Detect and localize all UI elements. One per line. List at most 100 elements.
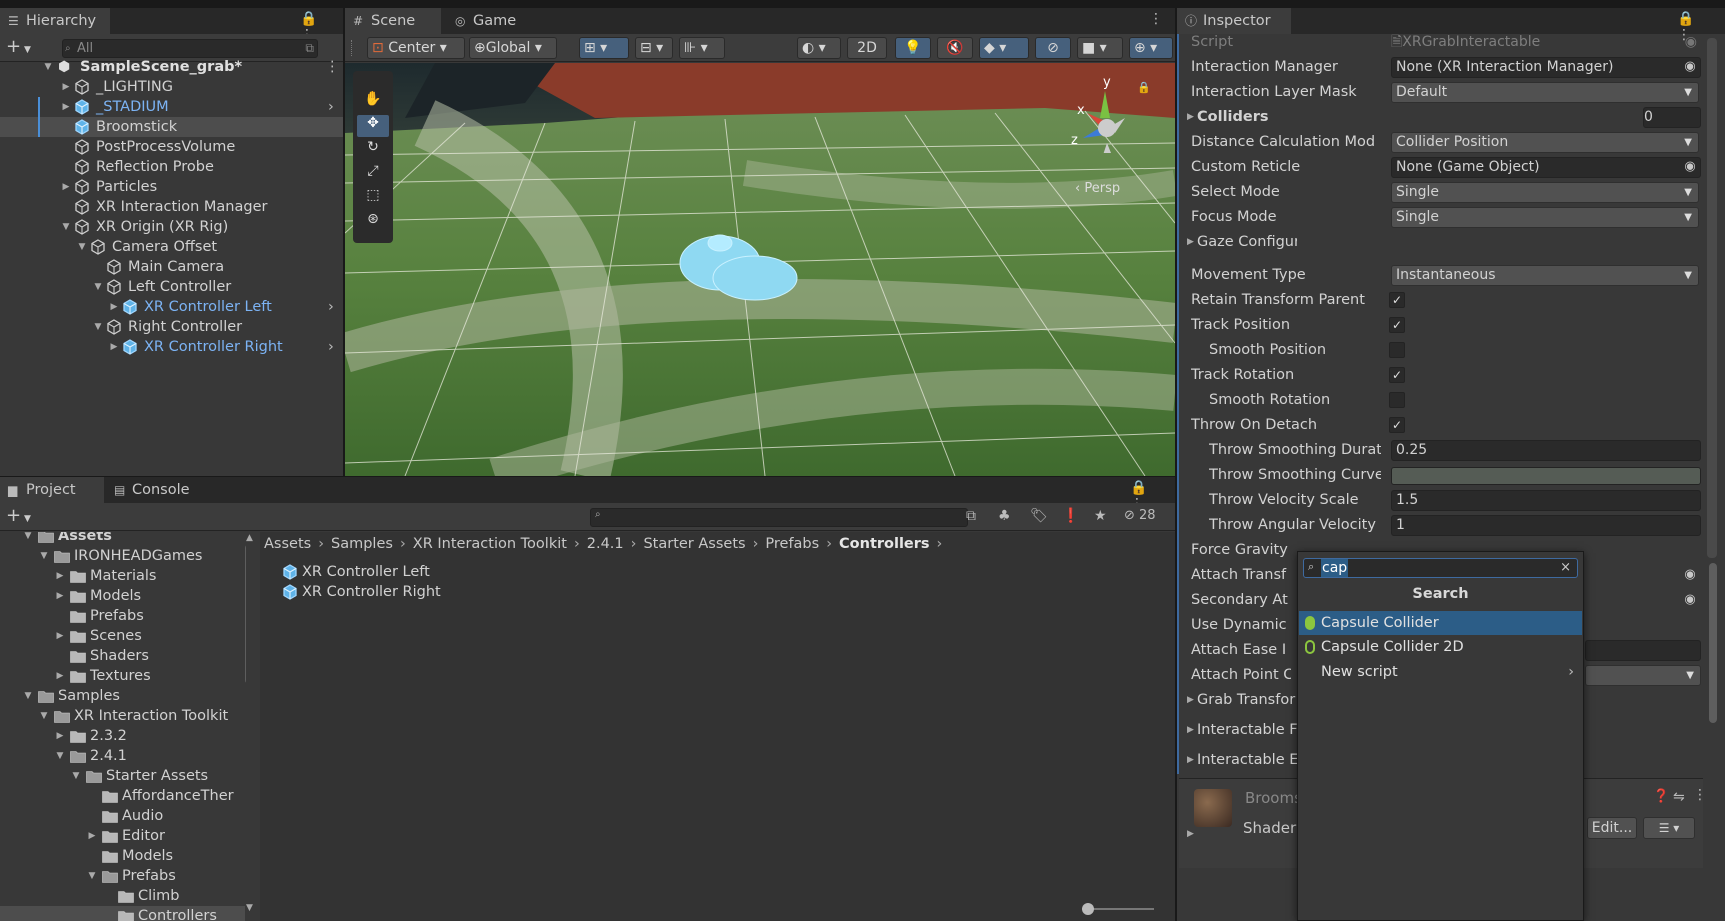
expand-arrow-icon[interactable]: ▶ <box>60 177 72 197</box>
filter-log-icon[interactable]: ❗ <box>1062 508 1079 524</box>
filter-label-icon[interactable]: 🏷 <box>1030 508 1048 524</box>
hierarchy-item-xr-controller-left[interactable]: ▶ XR Controller Left › <box>0 297 343 317</box>
inspector-row-throw-velocity-scale-input[interactable]: 1.5 <box>1391 490 1701 511</box>
hierarchy-item-right-controller[interactable]: ▼ Right Controller <box>0 317 343 337</box>
search-by-type-icon[interactable]: ⧉ <box>966 508 976 524</box>
inspector-row-smooth-rotation[interactable]: Smooth Rotation <box>1179 389 1703 412</box>
inspector-row-track-position[interactable]: Track Position <box>1179 314 1703 337</box>
hierarchy-item-stadium[interactable]: ▶ _STADIUM › <box>0 97 343 117</box>
effects-toggle-icon[interactable]: ◆ ▾ <box>979 37 1029 59</box>
inspector-row-track-rotation-checkbox[interactable]: ✓ <box>1389 367 1405 383</box>
project-folder-item[interactable]: ▼ Samples <box>0 686 245 706</box>
search-mode-icon[interactable]: ⧉ <box>305 40 314 57</box>
tree-scroll-up-icon[interactable]: ▲ <box>246 533 253 543</box>
pivot-mode-dropdown[interactable]: ⊡ Center ▾ <box>367 37 465 59</box>
project-folder-item[interactable]: Shaders <box>0 646 245 666</box>
grid-snap-button[interactable]: ⊞ ▾ <box>579 37 629 59</box>
component-item-new-script[interactable]: New script › <box>1299 660 1582 684</box>
inspector-row-throw-on-detach[interactable]: Throw On Detach <box>1179 414 1703 437</box>
expand-arrow-icon[interactable]: ▼ <box>86 866 98 886</box>
inspector-row-throw-angular-velocity-input[interactable]: 1 <box>1391 515 1701 536</box>
zoom-slider-knob[interactable] <box>1082 903 1094 915</box>
foldout-arrow-icon[interactable]: ▶ <box>1187 106 1194 129</box>
hierarchy-item-xr-controller-right[interactable]: ▶ XR Controller Right › <box>0 337 343 357</box>
inspector-row-retain-transform-parent-checkbox[interactable]: ✓ <box>1389 292 1405 308</box>
project-search-input[interactable]: ⌕ <box>590 508 968 527</box>
tab-project[interactable]: ▆ Project <box>0 477 104 503</box>
expand-arrow-icon[interactable]: ▶ <box>60 97 72 117</box>
hierarchy-item-xr-interaction-manager[interactable]: XR Interaction Manager <box>0 197 343 217</box>
material-menu-icon[interactable]: ⋮ <box>1693 787 1707 803</box>
object-picker-icon[interactable]: ◉ <box>1681 566 1699 584</box>
hierarchy-item-left-controller[interactable]: ▼ Left Controller <box>0 277 343 297</box>
inspector-row-throw-on-detach-checkbox[interactable]: ✓ <box>1389 417 1405 433</box>
tab-hierarchy[interactable]: ☰ Hierarchy <box>0 8 110 34</box>
hierarchy-item-lighting[interactable]: ▶ _LIGHTING <box>0 77 343 97</box>
tab-scene[interactable]: # Scene <box>345 8 441 34</box>
inspector-row-smooth-position-checkbox[interactable] <box>1389 342 1405 358</box>
project-folder-item[interactable]: ▶ 2.3.2 <box>0 726 245 746</box>
shader-edit-button[interactable]: Edit... <box>1587 817 1637 839</box>
pivot-rotation-dropdown[interactable]: ⊕Global ▾ <box>469 37 557 59</box>
object-picker-icon[interactable]: ◉ <box>1681 158 1699 176</box>
transform-tool-icon[interactable]: ⊛ <box>357 211 389 233</box>
expand-arrow-icon[interactable]: ▶ <box>108 337 120 357</box>
hierarchy-search-input[interactable]: ⌕ All ⧉ <box>62 39 318 58</box>
expand-arrow-icon[interactable]: ▶ <box>86 826 98 846</box>
gizmos-dropdown[interactable]: ⊕ ▾ <box>1129 37 1173 59</box>
inspector-row-track-position-checkbox[interactable]: ✓ <box>1389 317 1405 333</box>
expand-arrow-icon[interactable]: ▶ <box>54 586 66 606</box>
rotate-tool-icon[interactable]: ↻ <box>357 139 389 161</box>
persp-label[interactable]: ‹ Persp <box>1075 181 1120 196</box>
object-picker-icon[interactable]: ◉ <box>1681 591 1699 609</box>
expand-arrow-icon[interactable]: ▼ <box>92 277 104 297</box>
breadcrumb-item[interactable]: Controllers <box>839 536 930 552</box>
foldout-arrow-icon[interactable]: ▶ <box>1187 689 1194 712</box>
project-folder-item[interactable]: ▼ Assets <box>0 532 245 546</box>
expand-arrow-icon[interactable]: ▼ <box>92 317 104 337</box>
hierarchy-item-main-camera[interactable]: Main Camera <box>0 257 343 277</box>
tree-scrollbar[interactable] <box>245 544 246 684</box>
project-folder-item[interactable]: ▶ Scenes <box>0 626 245 646</box>
object-picker-icon[interactable]: ◉ <box>1681 58 1699 76</box>
move-tool-icon[interactable]: ✥ <box>357 115 389 137</box>
scene-menu-icon[interactable]: ⋮ <box>325 57 340 77</box>
inspector-row-interaction-manager-field[interactable]: None (XR Interaction Manager) <box>1391 57 1701 78</box>
breadcrumb-item[interactable]: XR Interaction Toolkit <box>413 536 567 552</box>
inspector-row-attach-ease-input[interactable] <box>1585 640 1701 661</box>
help-icon[interactable]: ❓ <box>1653 789 1669 804</box>
hierarchy-item-broomstick[interactable]: Broomstick <box>0 117 343 137</box>
expand-arrow-icon[interactable]: ▶ <box>54 666 66 686</box>
hierarchy-item-postprocess-volume[interactable]: PostProcessVolume <box>0 137 343 157</box>
inspector-row-focus-mode-dropdown[interactable]: Single ▼ <box>1391 207 1699 228</box>
expand-arrow-icon[interactable]: ▶ <box>60 77 72 97</box>
lighting-toggle-icon[interactable]: 💡 <box>895 37 931 59</box>
breadcrumb-item[interactable]: Starter Assets <box>643 536 745 552</box>
expand-arrow-icon[interactable]: ▼ <box>70 766 82 786</box>
foldout-arrow-icon[interactable]: ▶ <box>1187 231 1194 254</box>
draw-mode-dropdown[interactable]: ◐ ▾ <box>797 37 841 59</box>
expand-arrow-icon[interactable]: ▼ <box>22 532 34 546</box>
chevron-right-icon[interactable]: › <box>328 337 334 357</box>
hierarchy-item-xr-origin[interactable]: ▼ XR Origin (XR Rig) <box>0 217 343 237</box>
inspector-scrollbar-thumb[interactable] <box>1709 563 1717 723</box>
orientation-gizmo[interactable]: y x z 🔒 <box>1065 73 1155 173</box>
expand-arrow-icon[interactable]: ▶ <box>108 297 120 317</box>
rect-tool-icon[interactable]: ⬚ <box>357 187 389 209</box>
snap-increment-button[interactable]: ⊟ ▾ <box>635 37 673 59</box>
shader-options-dropdown[interactable]: ☰ ▾ <box>1643 817 1695 839</box>
expand-arrow-icon[interactable]: ▼ <box>54 746 66 766</box>
project-folder-item[interactable]: Climb <box>0 886 245 906</box>
audio-toggle-icon[interactable]: 🔇 <box>937 37 973 59</box>
preset-icon[interactable]: ⇋ <box>1673 789 1685 805</box>
project-folder-item[interactable]: ▼ Starter Assets <box>0 766 245 786</box>
clear-search-icon[interactable]: × <box>1560 559 1571 577</box>
project-lock-menu[interactable]: 🔒⋮ <box>1130 480 1174 512</box>
inspector-row-select-mode-dropdown[interactable]: Single ▼ <box>1391 182 1699 203</box>
inspector-row-track-rotation[interactable]: Track Rotation <box>1179 364 1703 387</box>
project-folder-item[interactable]: Models <box>0 846 245 866</box>
component-search-input[interactable]: ⌕ cap × <box>1303 558 1578 578</box>
inspector-row-distance-calc-dropdown[interactable]: Collider Position ▼ <box>1391 132 1699 153</box>
tab-console[interactable]: ▤ Console <box>106 477 206 503</box>
expand-arrow-icon[interactable]: ▶ <box>54 566 66 586</box>
